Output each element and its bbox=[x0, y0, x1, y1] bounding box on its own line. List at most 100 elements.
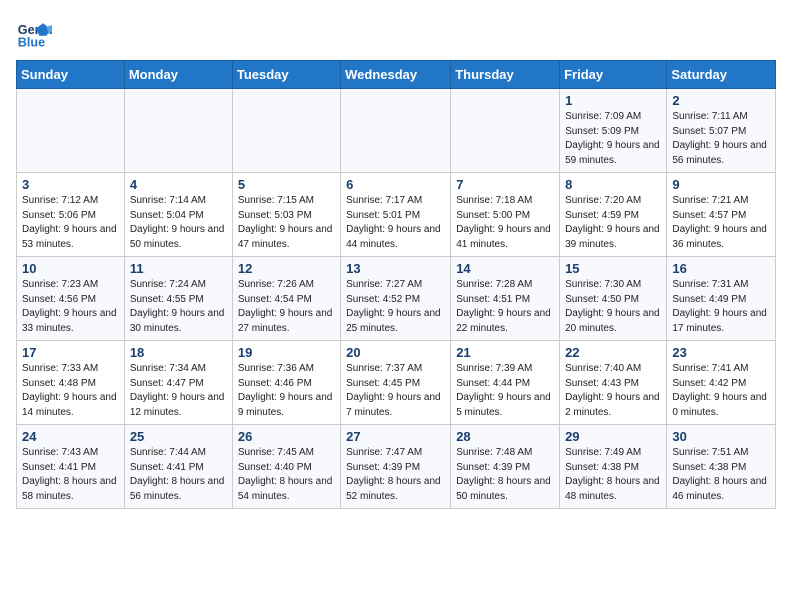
day-info: Sunrise: 7:15 AM Sunset: 5:03 PM Dayligh… bbox=[238, 194, 335, 252]
day-header-thursday: Thursday bbox=[451, 61, 560, 89]
day-info: Sunrise: 7:34 AM Sunset: 4:47 PM Dayligh… bbox=[130, 362, 227, 420]
week-row-2: 3 Sunrise: 7:12 AM Sunset: 5:06 PM Daylig… bbox=[17, 173, 776, 257]
day-info: Sunrise: 7:51 AM Sunset: 4:38 PM Dayligh… bbox=[672, 446, 770, 504]
calendar-cell: 26 Sunrise: 7:45 AM Sunset: 4:40 PM Dayli… bbox=[232, 425, 340, 509]
day-info: Sunrise: 7:20 AM Sunset: 4:59 PM Dayligh… bbox=[565, 194, 661, 252]
calendar-cell: 10 Sunrise: 7:23 AM Sunset: 4:56 PM Dayli… bbox=[17, 257, 125, 341]
calendar-cell: 16Sunrise: 7:31 AM Sunset: 4:49 PM Dayli… bbox=[667, 257, 776, 341]
day-info: Sunrise: 7:23 AM Sunset: 4:56 PM Dayligh… bbox=[22, 278, 119, 336]
day-number: 25 bbox=[130, 429, 227, 444]
day-number: 27 bbox=[346, 429, 445, 444]
page-header: General Blue bbox=[16, 16, 776, 52]
day-header-monday: Monday bbox=[124, 61, 232, 89]
calendar-table: SundayMondayTuesdayWednesdayThursdayFrid… bbox=[16, 60, 776, 509]
day-number: 14 bbox=[456, 261, 554, 276]
day-number: 8 bbox=[565, 177, 661, 192]
calendar-cell: 12 Sunrise: 7:26 AM Sunset: 4:54 PM Dayli… bbox=[232, 257, 340, 341]
day-info: Sunrise: 7:11 AM Sunset: 5:07 PM Dayligh… bbox=[672, 110, 770, 168]
day-info: Sunrise: 7:37 AM Sunset: 4:45 PM Dayligh… bbox=[346, 362, 445, 420]
calendar-cell: 22 Sunrise: 7:40 AM Sunset: 4:43 PM Dayli… bbox=[560, 341, 667, 425]
day-header-friday: Friday bbox=[560, 61, 667, 89]
calendar-cell: 14Sunrise: 7:28 AM Sunset: 4:51 PM Dayli… bbox=[451, 257, 560, 341]
calendar-cell: 5 Sunrise: 7:15 AM Sunset: 5:03 PM Daylig… bbox=[232, 173, 340, 257]
logo: General Blue bbox=[16, 16, 52, 52]
calendar-cell: 18Sunrise: 7:34 AM Sunset: 4:47 PM Dayli… bbox=[124, 341, 232, 425]
calendar-cell: 28Sunrise: 7:48 AM Sunset: 4:39 PM Dayli… bbox=[451, 425, 560, 509]
day-number: 9 bbox=[672, 177, 770, 192]
calendar-cell bbox=[341, 89, 451, 173]
calendar-cell: 23 Sunrise: 7:41 AM Sunset: 4:42 PM Dayli… bbox=[667, 341, 776, 425]
day-info: Sunrise: 7:24 AM Sunset: 4:55 PM Dayligh… bbox=[130, 278, 227, 336]
day-number: 2 bbox=[672, 93, 770, 108]
svg-text:Blue: Blue bbox=[18, 36, 45, 50]
day-header-sunday: Sunday bbox=[17, 61, 125, 89]
calendar-cell: 30 Sunrise: 7:51 AM Sunset: 4:38 PM Dayli… bbox=[667, 425, 776, 509]
day-info: Sunrise: 7:49 AM Sunset: 4:38 PM Dayligh… bbox=[565, 446, 661, 504]
day-info: Sunrise: 7:39 AM Sunset: 4:44 PM Dayligh… bbox=[456, 362, 554, 420]
calendar-cell bbox=[451, 89, 560, 173]
day-number: 5 bbox=[238, 177, 335, 192]
day-info: Sunrise: 7:33 AM Sunset: 4:48 PM Dayligh… bbox=[22, 362, 119, 420]
day-number: 6 bbox=[346, 177, 445, 192]
calendar-cell: 8 Sunrise: 7:20 AM Sunset: 4:59 PM Daylig… bbox=[560, 173, 667, 257]
day-number: 20 bbox=[346, 345, 445, 360]
day-header-saturday: Saturday bbox=[667, 61, 776, 89]
day-info: Sunrise: 7:31 AM Sunset: 4:49 PM Dayligh… bbox=[672, 278, 770, 336]
calendar-cell: 2 Sunrise: 7:11 AM Sunset: 5:07 PM Daylig… bbox=[667, 89, 776, 173]
day-number: 19 bbox=[238, 345, 335, 360]
calendar-cell: 4Sunrise: 7:14 AM Sunset: 5:04 PM Daylig… bbox=[124, 173, 232, 257]
day-info: Sunrise: 7:17 AM Sunset: 5:01 PM Dayligh… bbox=[346, 194, 445, 252]
day-info: Sunrise: 7:26 AM Sunset: 4:54 PM Dayligh… bbox=[238, 278, 335, 336]
logo-icon: General Blue bbox=[16, 16, 52, 52]
calendar-cell: 3 Sunrise: 7:12 AM Sunset: 5:06 PM Daylig… bbox=[17, 173, 125, 257]
day-info: Sunrise: 7:12 AM Sunset: 5:06 PM Dayligh… bbox=[22, 194, 119, 252]
calendar-cell bbox=[232, 89, 340, 173]
day-number: 7 bbox=[456, 177, 554, 192]
day-info: Sunrise: 7:36 AM Sunset: 4:46 PM Dayligh… bbox=[238, 362, 335, 420]
day-number: 30 bbox=[672, 429, 770, 444]
calendar-cell: 1 Sunrise: 7:09 AM Sunset: 5:09 PM Daylig… bbox=[560, 89, 667, 173]
day-number: 24 bbox=[22, 429, 119, 444]
day-info: Sunrise: 7:41 AM Sunset: 4:42 PM Dayligh… bbox=[672, 362, 770, 420]
calendar-cell: 19 Sunrise: 7:36 AM Sunset: 4:46 PM Dayli… bbox=[232, 341, 340, 425]
week-row-3: 10 Sunrise: 7:23 AM Sunset: 4:56 PM Dayli… bbox=[17, 257, 776, 341]
calendar-cell: 27 Sunrise: 7:47 AM Sunset: 4:39 PM Dayli… bbox=[341, 425, 451, 509]
day-info: Sunrise: 7:44 AM Sunset: 4:41 PM Dayligh… bbox=[130, 446, 227, 504]
day-number: 21 bbox=[456, 345, 554, 360]
calendar-cell bbox=[124, 89, 232, 173]
day-number: 29 bbox=[565, 429, 661, 444]
calendar-cell: 21 Sunrise: 7:39 AM Sunset: 4:44 PM Dayli… bbox=[451, 341, 560, 425]
calendar-cell: 9 Sunrise: 7:21 AM Sunset: 4:57 PM Daylig… bbox=[667, 173, 776, 257]
day-number: 26 bbox=[238, 429, 335, 444]
day-number: 17 bbox=[22, 345, 119, 360]
calendar-cell: 29 Sunrise: 7:49 AM Sunset: 4:38 PM Dayli… bbox=[560, 425, 667, 509]
week-row-5: 24Sunrise: 7:43 AM Sunset: 4:41 PM Dayli… bbox=[17, 425, 776, 509]
day-number: 28 bbox=[456, 429, 554, 444]
day-number: 15 bbox=[565, 261, 661, 276]
calendar-cell: 24Sunrise: 7:43 AM Sunset: 4:41 PM Dayli… bbox=[17, 425, 125, 509]
day-number: 3 bbox=[22, 177, 119, 192]
calendar-cell: 15 Sunrise: 7:30 AM Sunset: 4:50 PM Dayli… bbox=[560, 257, 667, 341]
day-number: 13 bbox=[346, 261, 445, 276]
day-info: Sunrise: 7:18 AM Sunset: 5:00 PM Dayligh… bbox=[456, 194, 554, 252]
calendar-cell: 17 Sunrise: 7:33 AM Sunset: 4:48 PM Dayli… bbox=[17, 341, 125, 425]
day-info: Sunrise: 7:40 AM Sunset: 4:43 PM Dayligh… bbox=[565, 362, 661, 420]
day-info: Sunrise: 7:45 AM Sunset: 4:40 PM Dayligh… bbox=[238, 446, 335, 504]
day-number: 22 bbox=[565, 345, 661, 360]
calendar-cell: 6 Sunrise: 7:17 AM Sunset: 5:01 PM Daylig… bbox=[341, 173, 451, 257]
calendar-cell: 25 Sunrise: 7:44 AM Sunset: 4:41 PM Dayli… bbox=[124, 425, 232, 509]
day-info: Sunrise: 7:21 AM Sunset: 4:57 PM Dayligh… bbox=[672, 194, 770, 252]
day-number: 1 bbox=[565, 93, 661, 108]
day-info: Sunrise: 7:09 AM Sunset: 5:09 PM Dayligh… bbox=[565, 110, 661, 168]
day-info: Sunrise: 7:30 AM Sunset: 4:50 PM Dayligh… bbox=[565, 278, 661, 336]
day-info: Sunrise: 7:14 AM Sunset: 5:04 PM Dayligh… bbox=[130, 194, 227, 252]
calendar-cell: 20 Sunrise: 7:37 AM Sunset: 4:45 PM Dayli… bbox=[341, 341, 451, 425]
day-info: Sunrise: 7:47 AM Sunset: 4:39 PM Dayligh… bbox=[346, 446, 445, 504]
day-header-wednesday: Wednesday bbox=[341, 61, 451, 89]
calendar-header-row: SundayMondayTuesdayWednesdayThursdayFrid… bbox=[17, 61, 776, 89]
day-number: 12 bbox=[238, 261, 335, 276]
day-number: 23 bbox=[672, 345, 770, 360]
day-info: Sunrise: 7:27 AM Sunset: 4:52 PM Dayligh… bbox=[346, 278, 445, 336]
day-number: 10 bbox=[22, 261, 119, 276]
calendar-cell: 13 Sunrise: 7:27 AM Sunset: 4:52 PM Dayli… bbox=[341, 257, 451, 341]
